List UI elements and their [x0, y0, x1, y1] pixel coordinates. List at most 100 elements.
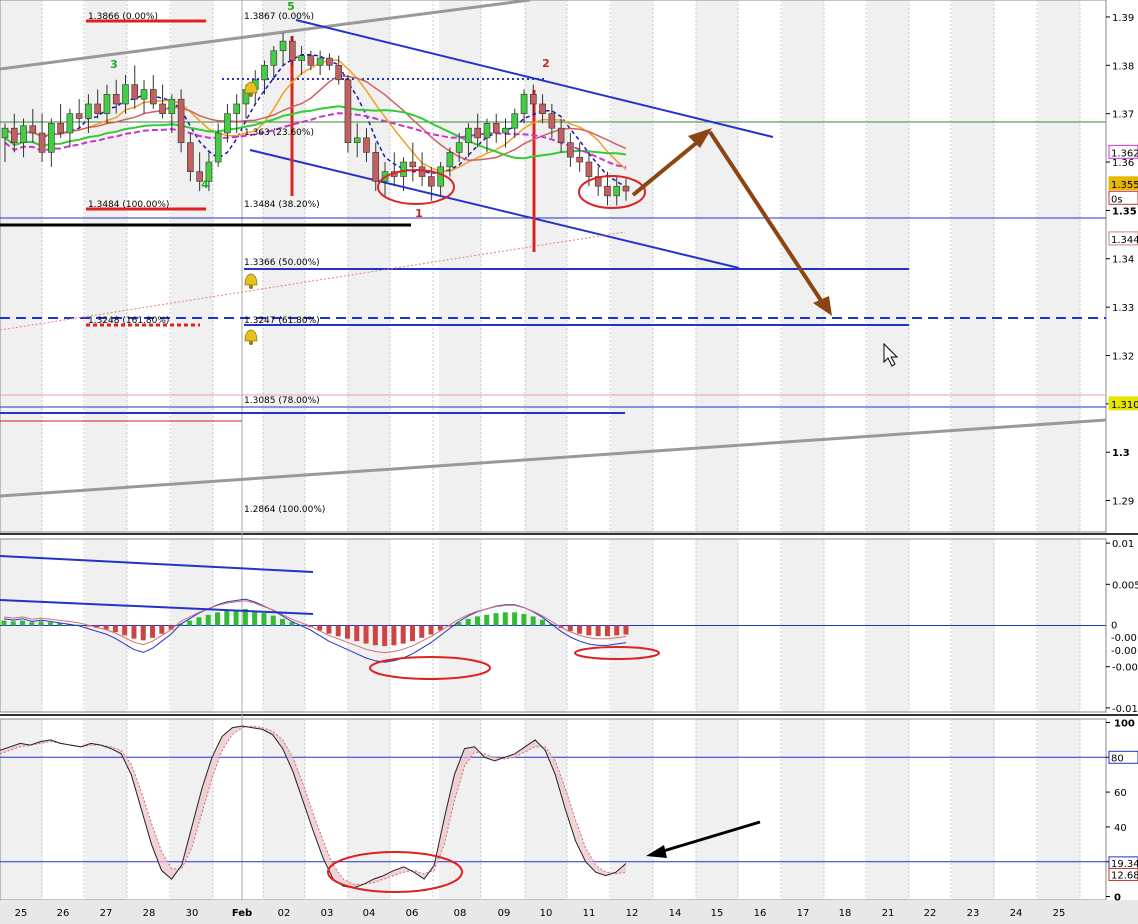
- wave-label: 1: [415, 207, 423, 220]
- candle-body: [57, 123, 64, 134]
- candle-body: [353, 137, 361, 143]
- day-band: [439, 719, 481, 900]
- macd-bar: [614, 625, 620, 636]
- y-tick-label: 100: [1114, 718, 1135, 729]
- macd-bar: [122, 625, 128, 636]
- x-tick-label: 02: [278, 908, 291, 919]
- macd-bar: [205, 614, 211, 626]
- y-tick-label: 1.34: [1112, 255, 1134, 266]
- y-tick-label: 40: [1114, 823, 1127, 834]
- candle-body: [372, 152, 380, 182]
- y-tick-label: 1.35: [1112, 206, 1137, 217]
- candle-body: [585, 161, 593, 177]
- macd-bar: [539, 619, 545, 626]
- day-band: [439, 0, 481, 532]
- macd-bar: [382, 625, 388, 647]
- y-tick-label: 0.01: [1112, 539, 1134, 550]
- candle-body: [168, 98, 176, 114]
- y-tick-label: -0.01: [1112, 704, 1138, 715]
- candle-body: [344, 79, 352, 143]
- y-tick-label: 1.37: [1112, 110, 1134, 121]
- macd-bar: [140, 625, 146, 641]
- candle-body: [307, 55, 315, 66]
- macd-bar: [595, 625, 601, 637]
- day-band: [782, 0, 824, 532]
- price-tag-label: 1.344: [1111, 235, 1138, 246]
- macd-bar: [224, 610, 230, 626]
- macd-zero-tag: 0: [1111, 621, 1117, 632]
- candle-body: [1, 127, 9, 139]
- macd-bar: [261, 613, 267, 626]
- y-tick-label: 1.39: [1112, 13, 1134, 24]
- macd-bar: [363, 625, 369, 644]
- macd-bar: [372, 625, 378, 646]
- macd-bar: [29, 622, 35, 626]
- fib-label: 1.3866 (0.00%): [88, 12, 158, 22]
- candle-body: [567, 142, 574, 158]
- macd-bar: [409, 625, 415, 642]
- macd-bar: [270, 615, 276, 626]
- y-tick-label: 0.005: [1112, 580, 1138, 591]
- candle-body: [455, 142, 463, 153]
- day-band: [171, 719, 213, 900]
- day-band: [952, 0, 994, 532]
- x-tick-label: 03: [321, 908, 334, 919]
- candle-body: [177, 98, 185, 143]
- x-tick-label: Feb: [232, 908, 252, 919]
- macd-bar: [335, 625, 341, 637]
- macd-bar: [47, 622, 53, 626]
- macd-bar: [604, 625, 610, 637]
- macd-bar: [354, 625, 360, 642]
- candle-body: [316, 57, 324, 66]
- candle-body: [446, 152, 454, 168]
- day-band: [952, 719, 994, 900]
- candle-body: [149, 89, 157, 105]
- candle-body: [75, 113, 83, 119]
- candle-body: [326, 57, 333, 66]
- x-tick-label: 22: [924, 908, 937, 919]
- candle-body: [335, 64, 342, 81]
- y-tick-label: 1.32: [1112, 351, 1134, 362]
- candle-body: [159, 103, 166, 114]
- candle-body: [474, 127, 482, 139]
- x-tick-label: 18: [839, 908, 852, 919]
- candle-body: [400, 161, 407, 177]
- candle-body: [557, 127, 565, 143]
- candle-body: [10, 127, 18, 143]
- candle-body: [112, 94, 120, 105]
- x-tick-label: 25: [15, 908, 28, 919]
- candle-body: [233, 103, 241, 114]
- candle-body: [103, 94, 111, 114]
- macd-bar: [512, 612, 518, 626]
- x-tick-label: 06: [406, 908, 419, 919]
- candle-body: [270, 50, 278, 66]
- price-tag-label: 1.362: [1111, 148, 1138, 159]
- macd-bar: [159, 625, 165, 634]
- macd-bar: [465, 618, 471, 626]
- fib-label: 1.3484 (100.00%): [88, 200, 169, 210]
- x-tick-label: 14: [669, 908, 682, 919]
- candle-body: [94, 103, 101, 114]
- candle-body: [48, 123, 55, 153]
- macd-bar: [187, 620, 193, 626]
- candle-body: [289, 40, 296, 61]
- x-tick-label: 30: [186, 908, 199, 919]
- candle-body: [224, 113, 231, 134]
- x-tick-label: 23: [967, 908, 980, 919]
- day-band: [867, 0, 909, 532]
- macd-bar: [150, 625, 156, 638]
- candle-body: [520, 94, 528, 114]
- candle-body: [539, 103, 546, 114]
- candle-body: [214, 132, 222, 163]
- x-tick-label: 08: [454, 908, 467, 919]
- fib-label: 1.363 (23.60%): [244, 128, 314, 138]
- candle-body: [418, 166, 426, 177]
- candle-body: [140, 89, 148, 100]
- fib-label: 1.3085 (78.00%): [244, 396, 320, 406]
- macd-bar: [38, 621, 44, 626]
- macd-bar: [280, 618, 286, 626]
- macd-bar: [419, 625, 425, 638]
- macd-value-tag: -0.00: [1111, 646, 1137, 657]
- bell-clapper: [249, 285, 253, 289]
- macd-bar: [252, 610, 258, 626]
